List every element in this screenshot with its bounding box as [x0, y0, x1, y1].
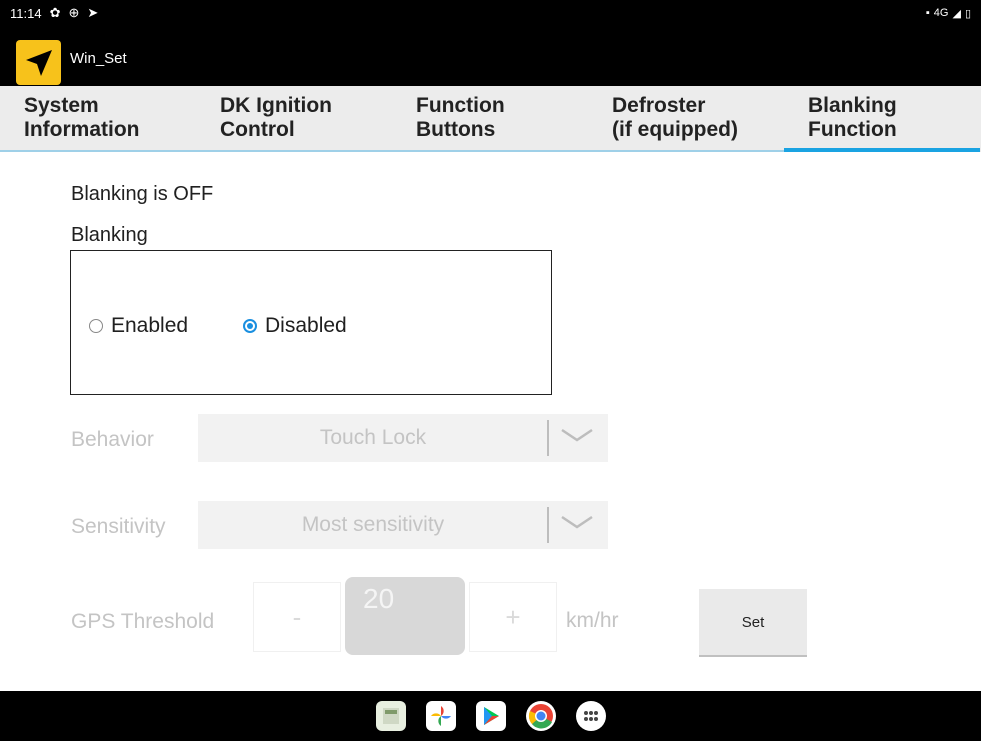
tab-label-line1: Defroster	[612, 94, 706, 117]
sensitivity-dropdown[interactable]: Most sensitivity	[198, 501, 608, 549]
tab-label-line2: Information	[24, 118, 140, 141]
radio-enabled[interactable]: Enabled	[89, 314, 188, 338]
tab-label-line1: Function	[416, 94, 505, 117]
photos-icon[interactable]	[425, 701, 456, 731]
blanking-status: Blanking is OFF	[71, 183, 214, 205]
set-button[interactable]: Set	[699, 589, 807, 657]
play-store-icon[interactable]	[475, 701, 506, 731]
app-title: Win_Set	[70, 50, 127, 67]
chevron-down-icon	[561, 515, 593, 529]
tab-label-line2: Buttons	[416, 118, 496, 141]
gps-increment-button[interactable]: +	[469, 582, 557, 652]
apps-icon[interactable]	[575, 701, 606, 731]
app-bar: Win_Set	[0, 26, 981, 86]
blanking-section-label: Blanking	[71, 224, 148, 246]
vpn-icon: ⊕	[68, 5, 80, 20]
radio-unchecked-icon	[89, 319, 103, 333]
blanking-radio-group: Enabled Disabled	[70, 250, 552, 395]
gps-threshold-label: GPS Threshold	[71, 610, 215, 633]
battery-icon: ▯	[964, 7, 971, 20]
gps-threshold-value[interactable]: 20	[345, 577, 465, 655]
tab-label-line2: (if equipped)	[612, 118, 738, 141]
network-type: 4G	[933, 7, 949, 19]
behavior-label: Behavior	[71, 428, 154, 451]
app-logo-icon	[16, 40, 61, 85]
tab-label-line2: Function	[808, 118, 897, 141]
radio-disabled-label: Disabled	[265, 314, 347, 337]
chevron-down-icon	[561, 428, 593, 442]
sim-icon: ▪	[925, 7, 930, 19]
gps-unit: km/hr	[566, 609, 619, 632]
clock: 11:14	[10, 5, 42, 21]
radio-checked-icon	[243, 319, 257, 333]
tab-label-line1: System	[24, 94, 99, 117]
calculator-icon[interactable]	[375, 701, 406, 731]
sensitivity-value: Most sensitivity	[301, 513, 445, 536]
status-bar: 11:14 ✿ ⊕ ➤ ▪ 4G ◢ ▯	[0, 0, 981, 26]
tab-dk-ignition-control[interactable]: DK Ignition Control	[196, 86, 392, 152]
behavior-value: Touch Lock	[319, 426, 427, 449]
dropdown-divider	[547, 420, 549, 456]
radio-enabled-label: Enabled	[111, 314, 189, 337]
signal-icon: ◢	[952, 7, 961, 20]
tab-label-line1: DK Ignition	[220, 94, 332, 117]
gps-decrement-button[interactable]: -	[253, 582, 341, 652]
tab-blanking-function[interactable]: Blanking Function	[784, 86, 980, 152]
sensitivity-label: Sensitivity	[71, 515, 166, 538]
tab-function-buttons[interactable]: Function Buttons	[392, 86, 588, 152]
tab-label-line1: Blanking	[808, 94, 897, 117]
location-icon: ➤	[87, 5, 99, 20]
behavior-dropdown[interactable]: Touch Lock	[198, 414, 608, 462]
nav-bar	[0, 691, 981, 741]
tab-bar: System Information DK Ignition Control F…	[0, 86, 981, 152]
dropdown-divider	[547, 507, 549, 543]
tab-label-line2: Control	[220, 118, 295, 141]
chrome-icon[interactable]	[525, 701, 556, 731]
radio-disabled[interactable]: Disabled	[243, 314, 347, 338]
tab-defroster[interactable]: Defroster (if equipped)	[588, 86, 784, 152]
gear-icon: ✿	[49, 5, 61, 20]
tab-system-information[interactable]: System Information	[0, 86, 196, 152]
